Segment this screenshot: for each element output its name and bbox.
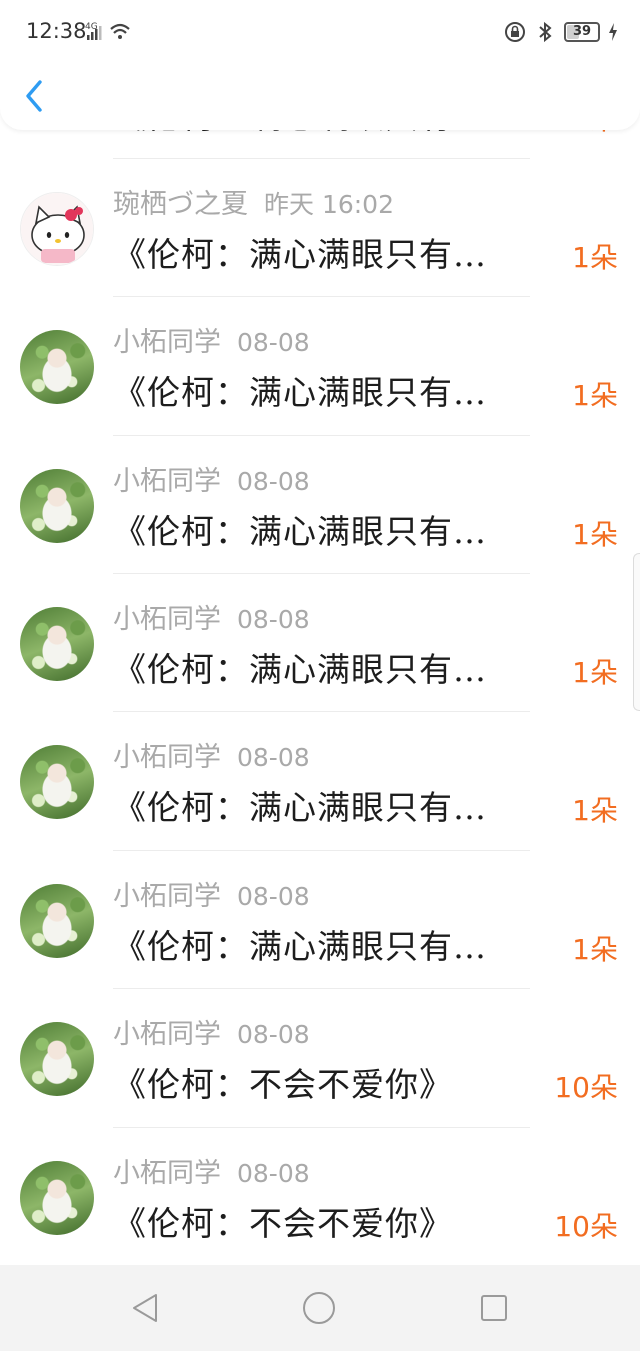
item-date: 08-08 — [237, 467, 310, 496]
flower-count: 1朵 — [572, 656, 618, 689]
item-title[interactable]: 《伦柯：满心满眼只有… — [113, 643, 553, 691]
battery-level: 39 — [572, 24, 592, 39]
list-item[interactable]: 小柘同学 08-08 《伦柯：不会不爱你》 10朵 — [0, 988, 640, 1126]
username[interactable]: 琬栖づ之夏 — [113, 189, 248, 220]
item-meta: 小柘同学 08-08 — [113, 1151, 310, 1189]
username[interactable]: 小柘同学 — [113, 466, 221, 497]
status-icons: 39 — [504, 19, 618, 45]
flower-count: 1朵 — [572, 518, 618, 551]
item-meta: 小柘同学 08-08 — [113, 735, 310, 773]
username[interactable]: 小柘同学 — [113, 742, 221, 773]
list-item[interactable]: 小柘同学 08-08 《伦柯：满心满眼只有… 1朵 — [0, 711, 640, 849]
item-date: 昨天 16:02 — [264, 190, 394, 219]
row-divider — [113, 711, 530, 712]
battery-indicator: 39 — [564, 22, 600, 42]
list-item[interactable]: 小柘同学 08-08 《伦柯：满心满眼只有… 1朵 — [0, 435, 640, 573]
list-item[interactable]: 小柘同学 08-08 《伦柯：不会不爱你》 10朵 — [0, 1127, 640, 1265]
item-meta: 小柘同学 08-08 — [113, 459, 310, 497]
row-divider — [113, 573, 530, 574]
row-divider — [113, 435, 530, 436]
item-title[interactable]: 《伦柯：满心满眼只有… — [113, 366, 553, 414]
back-arrow-icon[interactable] — [20, 76, 48, 116]
username[interactable]: 小柘同学 — [113, 1158, 221, 1189]
status-bar: 12:38 4G 39 — [0, 0, 640, 64]
item-title[interactable]: 《伦柯：满心满眼只有… — [113, 505, 553, 553]
nav-back-icon[interactable] — [128, 1291, 162, 1325]
item-meta: 小柘同学 08-08 — [113, 874, 310, 912]
avatar[interactable] — [20, 1022, 94, 1096]
row-divider — [113, 158, 530, 159]
charging-icon — [609, 23, 617, 41]
item-date: 08-08 — [237, 1020, 310, 1049]
item-date: 08-08 — [237, 882, 310, 911]
item-meta: 小柘同学 08-08 — [113, 1012, 310, 1050]
username[interactable]: 小柘同学 — [113, 604, 221, 635]
list-item[interactable]: 小柘同学 08-08 《伦柯：满心满眼只有… 1朵 — [0, 850, 640, 988]
avatar[interactable] — [20, 469, 94, 543]
username[interactable]: 小柘同学 — [113, 1019, 221, 1050]
system-nav-bar — [0, 1265, 640, 1351]
item-date: 08-08 — [237, 328, 310, 357]
list-item[interactable]: 琬栖づ之夏 昨天 16:02 《伦柯：满心满眼只有… 1朵 — [0, 158, 640, 296]
flower-count: 1朵 — [572, 794, 618, 827]
avatar[interactable] — [20, 884, 94, 958]
avatar[interactable] — [20, 607, 94, 681]
flower-count: 10朵 — [554, 1071, 618, 1104]
flower-count: 10朵 — [554, 1210, 618, 1243]
lock-icon — [505, 22, 525, 42]
flower-count: 1朵 — [572, 379, 618, 412]
item-date: 08-08 — [237, 605, 310, 634]
app-header: 12:38 4G 39 — [0, 0, 640, 130]
item-date: 08-08 — [237, 1159, 310, 1188]
item-meta: 小柘同学 08-08 — [113, 320, 310, 358]
list-item[interactable]: 小柘同学 08-08 《伦柯：满心满眼只有… 1朵 — [0, 296, 640, 434]
item-title[interactable]: 《伦柯：满心满眼只有… — [113, 228, 553, 276]
bluetooth-icon — [539, 21, 552, 43]
username[interactable]: 小柘同学 — [113, 327, 221, 358]
nav-recents-icon[interactable] — [477, 1291, 511, 1325]
row-divider — [113, 850, 530, 851]
avatar[interactable] — [20, 192, 94, 266]
flower-count: 1朵 — [572, 241, 618, 274]
status-time: 12:38 — [26, 19, 87, 43]
nav-home-icon[interactable] — [302, 1291, 336, 1325]
item-date: 08-08 — [237, 743, 310, 772]
item-meta: 小柘同学 08-08 — [113, 597, 310, 635]
row-divider — [113, 296, 530, 297]
row-divider — [113, 988, 530, 989]
item-meta: 琬栖づ之夏 昨天 16:02 — [113, 182, 394, 220]
kitty-avatar-image — [21, 193, 93, 265]
avatar[interactable] — [20, 1161, 94, 1235]
username[interactable]: 小柘同学 — [113, 881, 221, 912]
row-divider — [113, 1127, 530, 1128]
signal-icon: 4G — [85, 22, 130, 40]
item-title[interactable]: 《伦柯：不会不爱你》 — [113, 1197, 553, 1245]
item-title[interactable]: 《伦柯：满心满眼只有… — [113, 920, 553, 968]
scroll-handle[interactable] — [633, 553, 640, 711]
item-title[interactable]: 《伦柯：不会不爱你》 — [113, 1058, 553, 1106]
avatar[interactable] — [20, 330, 94, 404]
list-item[interactable]: 小柘同学 08-08 《伦柯：满心满眼只有… 1朵 — [0, 573, 640, 711]
avatar[interactable] — [20, 745, 94, 819]
flower-count: 1朵 — [572, 933, 618, 966]
item-title[interactable]: 《伦柯：满心满眼只有… — [113, 781, 553, 829]
